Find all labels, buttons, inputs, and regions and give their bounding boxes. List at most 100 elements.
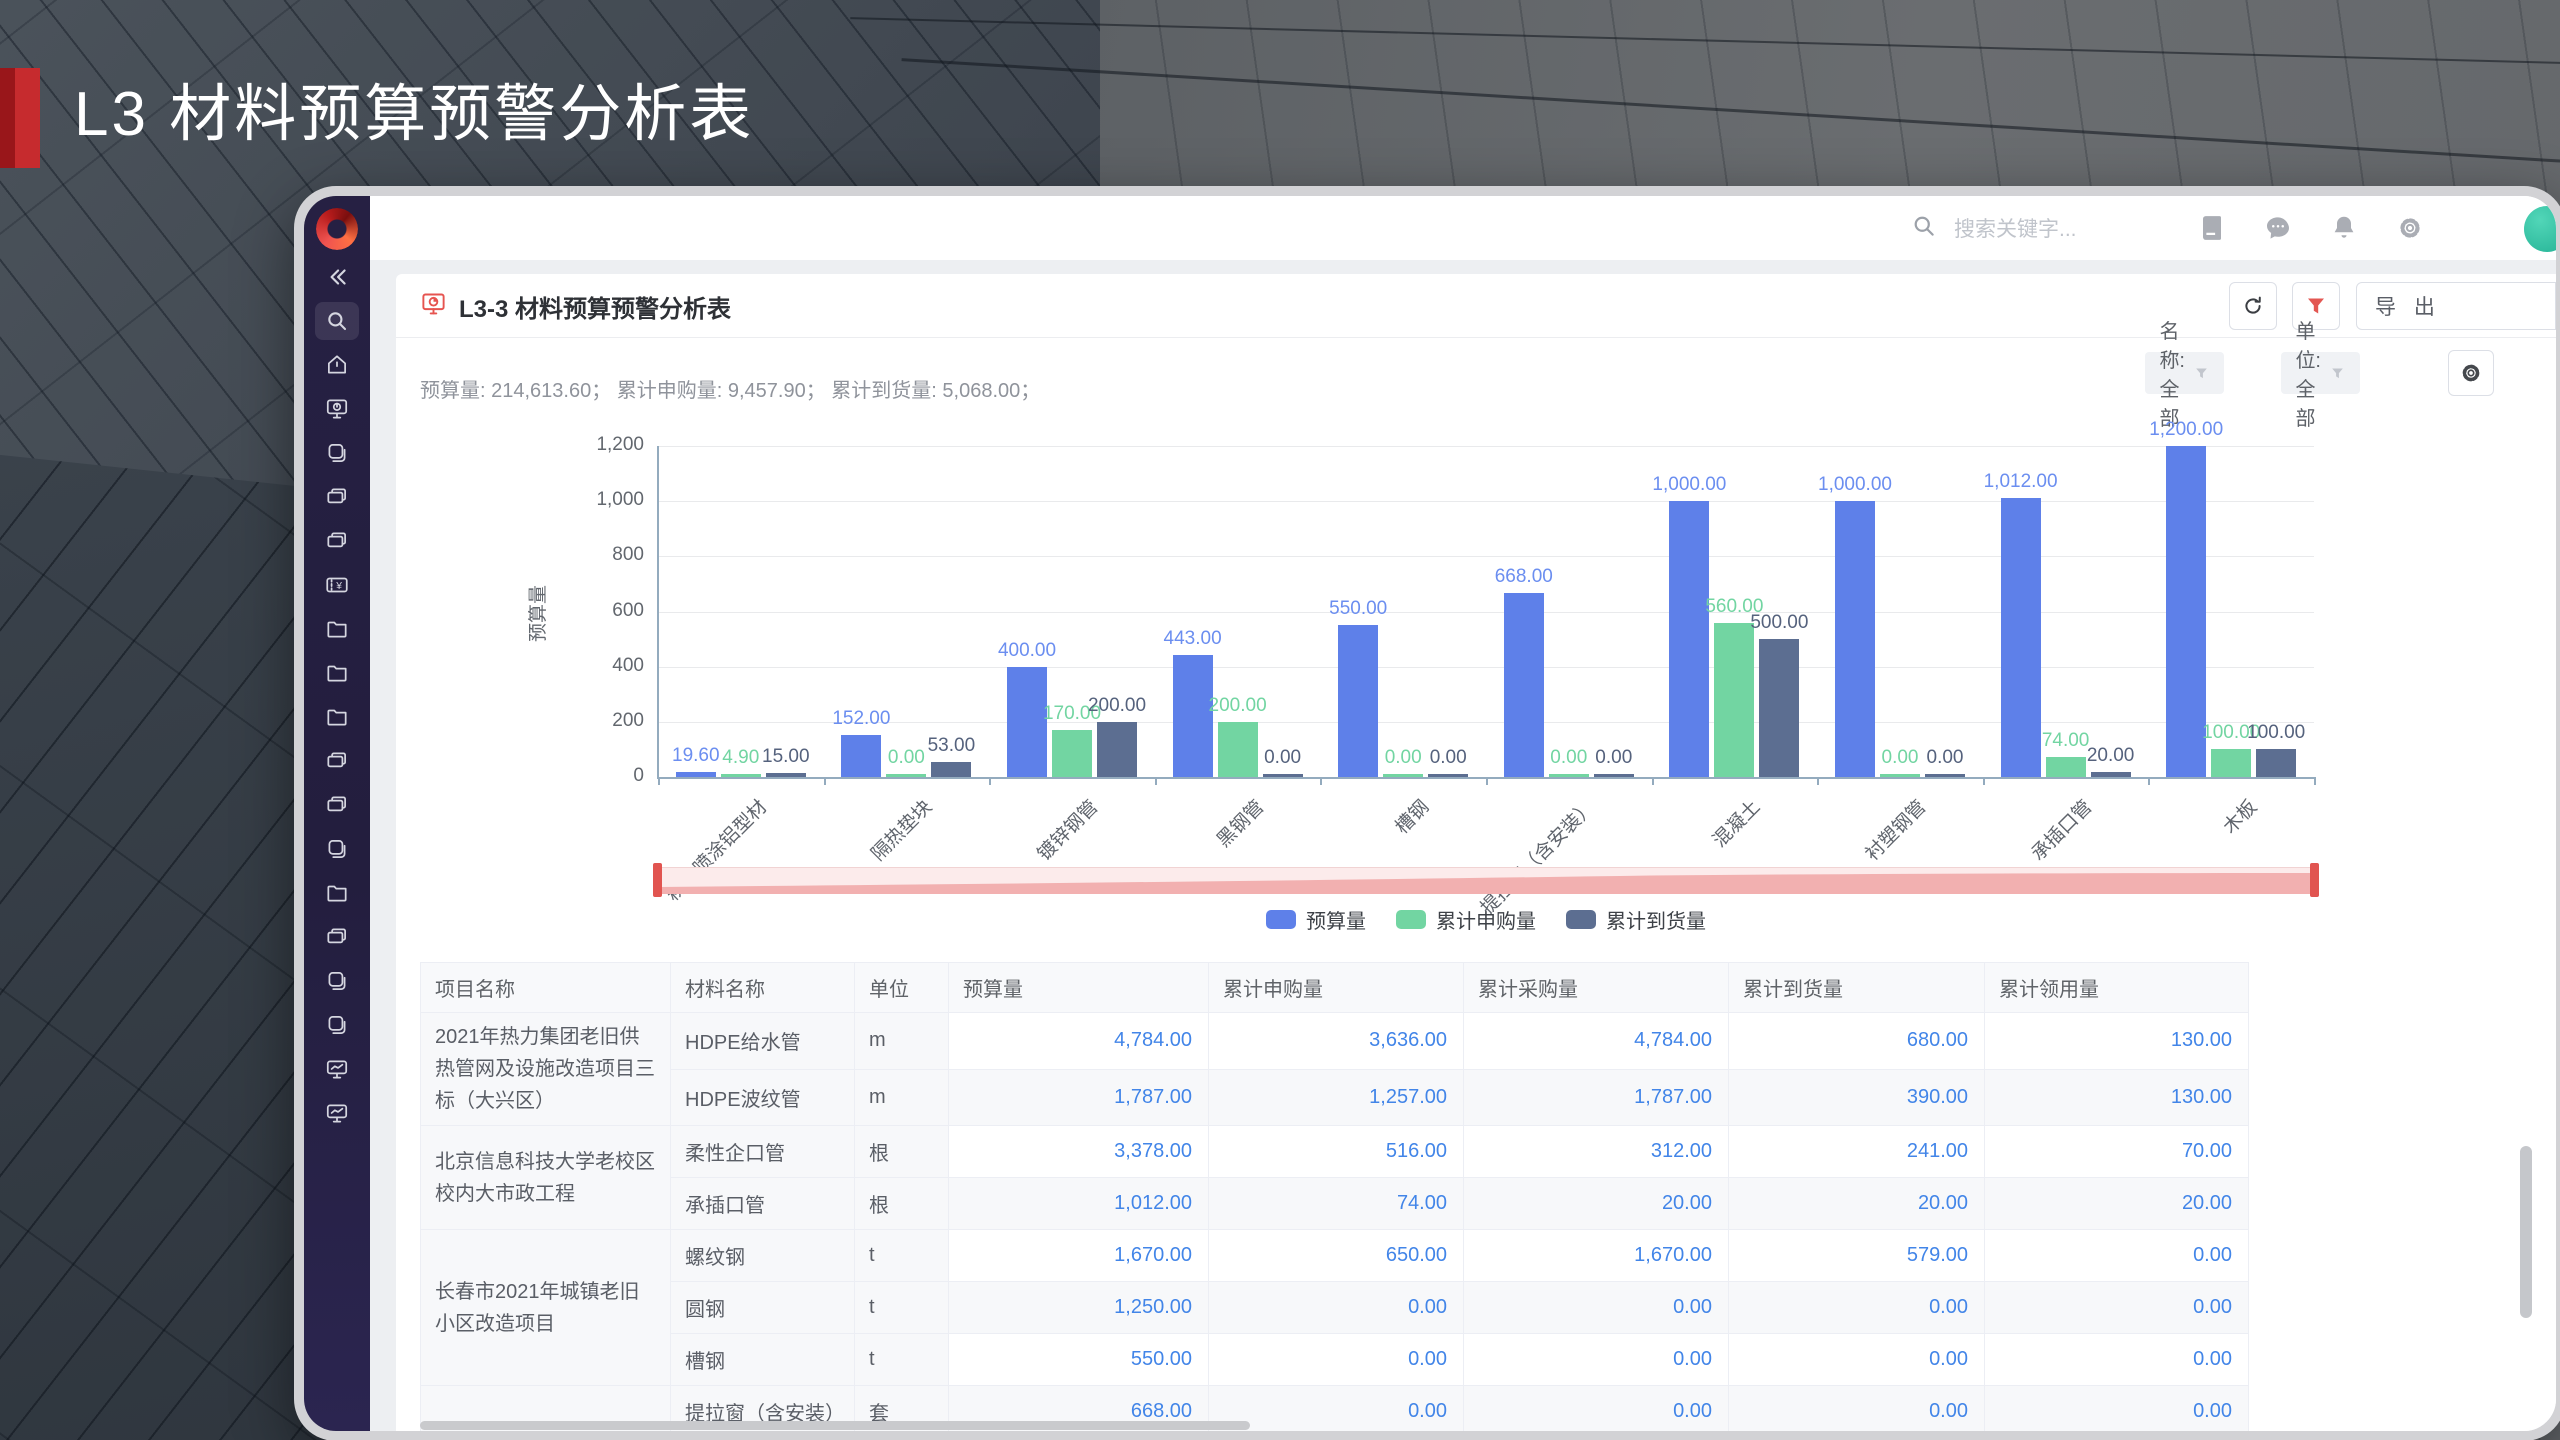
bar-累计到货量-隔热垫块[interactable] xyxy=(931,762,972,777)
bar-累计申购量-镀锌钢管[interactable] xyxy=(1052,730,1092,777)
sidebar-item-windows-6[interactable] xyxy=(315,522,359,560)
value-cell[interactable]: 0.00 xyxy=(1728,1281,1985,1334)
value-cell[interactable]: 74.00 xyxy=(1208,1177,1464,1230)
bar-累计申购量-提拉窗（含安装）[interactable] xyxy=(1548,774,1589,777)
value-cell[interactable]: 312.00 xyxy=(1463,1125,1729,1178)
value-cell[interactable]: 0.00 xyxy=(1984,1229,2249,1282)
bar-预算量-黑钢管[interactable] xyxy=(1172,654,1213,777)
value-cell[interactable]: 1,257.00 xyxy=(1208,1068,1464,1126)
value-cell[interactable]: 1,670.00 xyxy=(948,1229,1209,1282)
sidebar-item-monitor-line-18[interactable] xyxy=(315,1050,359,1088)
bar-累计申购量-槽钢[interactable] xyxy=(1383,774,1424,777)
value-cell[interactable]: 0.00 xyxy=(1728,1333,1985,1386)
sidebar-item-squares-4[interactable] xyxy=(315,434,359,472)
sidebar-item-home-2[interactable] xyxy=(315,346,359,384)
value-cell[interactable]: 0.00 xyxy=(1728,1385,1985,1431)
manual-icon[interactable] xyxy=(2196,212,2228,244)
sidebar-item-squares-13[interactable] xyxy=(315,830,359,868)
bar-累计到货量-提拉窗（含安装）[interactable] xyxy=(1593,774,1634,777)
value-cell[interactable]: 130.00 xyxy=(1984,1012,2249,1070)
bar-累计到货量-镀锌钢管[interactable] xyxy=(1097,721,1137,777)
value-cell[interactable]: 0.00 xyxy=(1208,1281,1464,1334)
global-search[interactable]: 搜索关键字... xyxy=(1910,196,2077,260)
value-cell[interactable]: 3,378.00 xyxy=(948,1125,1209,1178)
bar-累计到货量-黑钢管[interactable] xyxy=(1262,774,1303,777)
value-cell[interactable]: 3,636.00 xyxy=(1208,1012,1464,1070)
value-cell[interactable]: 1,670.00 xyxy=(1463,1229,1729,1282)
vertical-scrollbar-thumb[interactable] xyxy=(2520,1146,2532,1318)
sidebar-item-collapse-0[interactable] xyxy=(315,258,359,296)
bar-累计申购量-粉末喷涂铝型材[interactable] xyxy=(720,774,761,777)
value-cell[interactable]: 516.00 xyxy=(1208,1125,1464,1178)
value-cell[interactable]: 4,784.00 xyxy=(1463,1012,1729,1070)
value-cell[interactable]: 70.00 xyxy=(1984,1125,2249,1178)
chat-icon[interactable] xyxy=(2262,212,2294,244)
value-cell[interactable]: 0.00 xyxy=(1208,1333,1464,1386)
value-cell[interactable]: 1,250.00 xyxy=(948,1281,1209,1334)
sidebar-item-windows-15[interactable] xyxy=(315,918,359,956)
bar-预算量-槽钢[interactable] xyxy=(1338,625,1379,777)
value-cell[interactable]: 1,787.00 xyxy=(948,1068,1209,1126)
bar-累计到货量-衬塑钢管[interactable] xyxy=(1925,774,1965,777)
bar-累计申购量-承插口管[interactable] xyxy=(2045,756,2086,777)
sidebar-item-windows-12[interactable] xyxy=(315,786,359,824)
bell-icon[interactable] xyxy=(2328,212,2360,244)
bar-累计到货量-槽钢[interactable] xyxy=(1428,774,1469,777)
value-cell[interactable]: 241.00 xyxy=(1728,1125,1985,1178)
value-cell[interactable]: 20.00 xyxy=(1984,1177,2249,1230)
value-cell[interactable]: 550.00 xyxy=(948,1333,1209,1386)
value-cell[interactable]: 0.00 xyxy=(1463,1281,1729,1334)
value-cell[interactable]: 0.00 xyxy=(1984,1385,2249,1431)
value-cell[interactable]: 390.00 xyxy=(1728,1068,1985,1126)
sidebar-item-folder-14[interactable] xyxy=(315,874,359,912)
bar-累计申购量-混凝土[interactable] xyxy=(1714,622,1755,777)
bar-累计到货量-混凝土[interactable] xyxy=(1759,639,1800,777)
bar-累计到货量-承插口管[interactable] xyxy=(2090,771,2131,777)
value-cell[interactable]: 0.00 xyxy=(1463,1333,1729,1386)
legend-item-累计到货量[interactable]: 累计到货量 xyxy=(1566,905,1706,934)
app-logo[interactable] xyxy=(316,208,358,250)
legend-item-累计申购量[interactable]: 累计申购量 xyxy=(1396,905,1536,934)
bar-累计到货量-粉末喷涂铝型材[interactable] xyxy=(765,772,806,777)
sidebar-item-squares-17[interactable] xyxy=(315,1006,359,1044)
sidebar-item-monitor-pie-3[interactable] xyxy=(315,390,359,428)
datazoom-handle-left[interactable] xyxy=(653,863,662,897)
value-cell[interactable]: 0.00 xyxy=(1463,1385,1729,1431)
bar-累计申购量-衬塑钢管[interactable] xyxy=(1880,774,1920,777)
bar-累计申购量-木板[interactable] xyxy=(2211,749,2252,777)
legend-item-预算量[interactable]: 预算量 xyxy=(1266,905,1366,934)
value-cell[interactable]: 130.00 xyxy=(1984,1068,2249,1126)
bar-累计申购量-黑钢管[interactable] xyxy=(1217,721,1258,777)
gear-icon[interactable] xyxy=(2394,212,2426,244)
sidebar-item-squares-16[interactable] xyxy=(315,962,359,1000)
sidebar-item-search-1[interactable] xyxy=(315,302,359,340)
value-cell[interactable]: 680.00 xyxy=(1728,1012,1985,1070)
sidebar-item-ticket-yen-7[interactable]: ¥ xyxy=(315,566,359,604)
sidebar-item-windows-11[interactable] xyxy=(315,742,359,780)
value-cell[interactable]: 4,784.00 xyxy=(948,1012,1209,1070)
bar-预算量-隔热垫块[interactable] xyxy=(841,735,882,777)
sidebar-item-folder-8[interactable] xyxy=(315,610,359,648)
datazoom-track[interactable] xyxy=(658,867,2314,894)
bar-预算量-粉末喷涂铝型材[interactable] xyxy=(675,771,716,777)
bar-预算量-衬塑钢管[interactable] xyxy=(1835,501,1875,777)
bar-预算量-提拉窗（含安装）[interactable] xyxy=(1503,592,1544,777)
sidebar-item-folder-10[interactable] xyxy=(315,698,359,736)
sidebar-item-monitor-line-19[interactable] xyxy=(315,1094,359,1132)
bar-预算量-混凝土[interactable] xyxy=(1669,501,1710,777)
value-cell[interactable]: 650.00 xyxy=(1208,1229,1464,1282)
user-avatar[interactable] xyxy=(2524,206,2556,252)
value-cell[interactable]: 0.00 xyxy=(1984,1281,2249,1334)
datazoom-handle-right[interactable] xyxy=(2310,863,2319,897)
value-cell[interactable]: 20.00 xyxy=(1463,1177,1729,1230)
sidebar-item-folder-9[interactable] xyxy=(315,654,359,692)
bar-预算量-木板[interactable] xyxy=(2166,446,2207,777)
bar-预算量-承插口管[interactable] xyxy=(2000,497,2041,777)
value-cell[interactable]: 1,787.00 xyxy=(1463,1068,1729,1126)
value-cell[interactable]: 1,012.00 xyxy=(948,1177,1209,1230)
value-cell[interactable]: 20.00 xyxy=(1728,1177,1985,1230)
bar-累计到货量-木板[interactable] xyxy=(2256,749,2297,777)
bar-预算量-镀锌钢管[interactable] xyxy=(1007,666,1047,777)
horizontal-scrollbar-thumb[interactable] xyxy=(420,1421,1250,1430)
sidebar-item-windows-5[interactable] xyxy=(315,478,359,516)
